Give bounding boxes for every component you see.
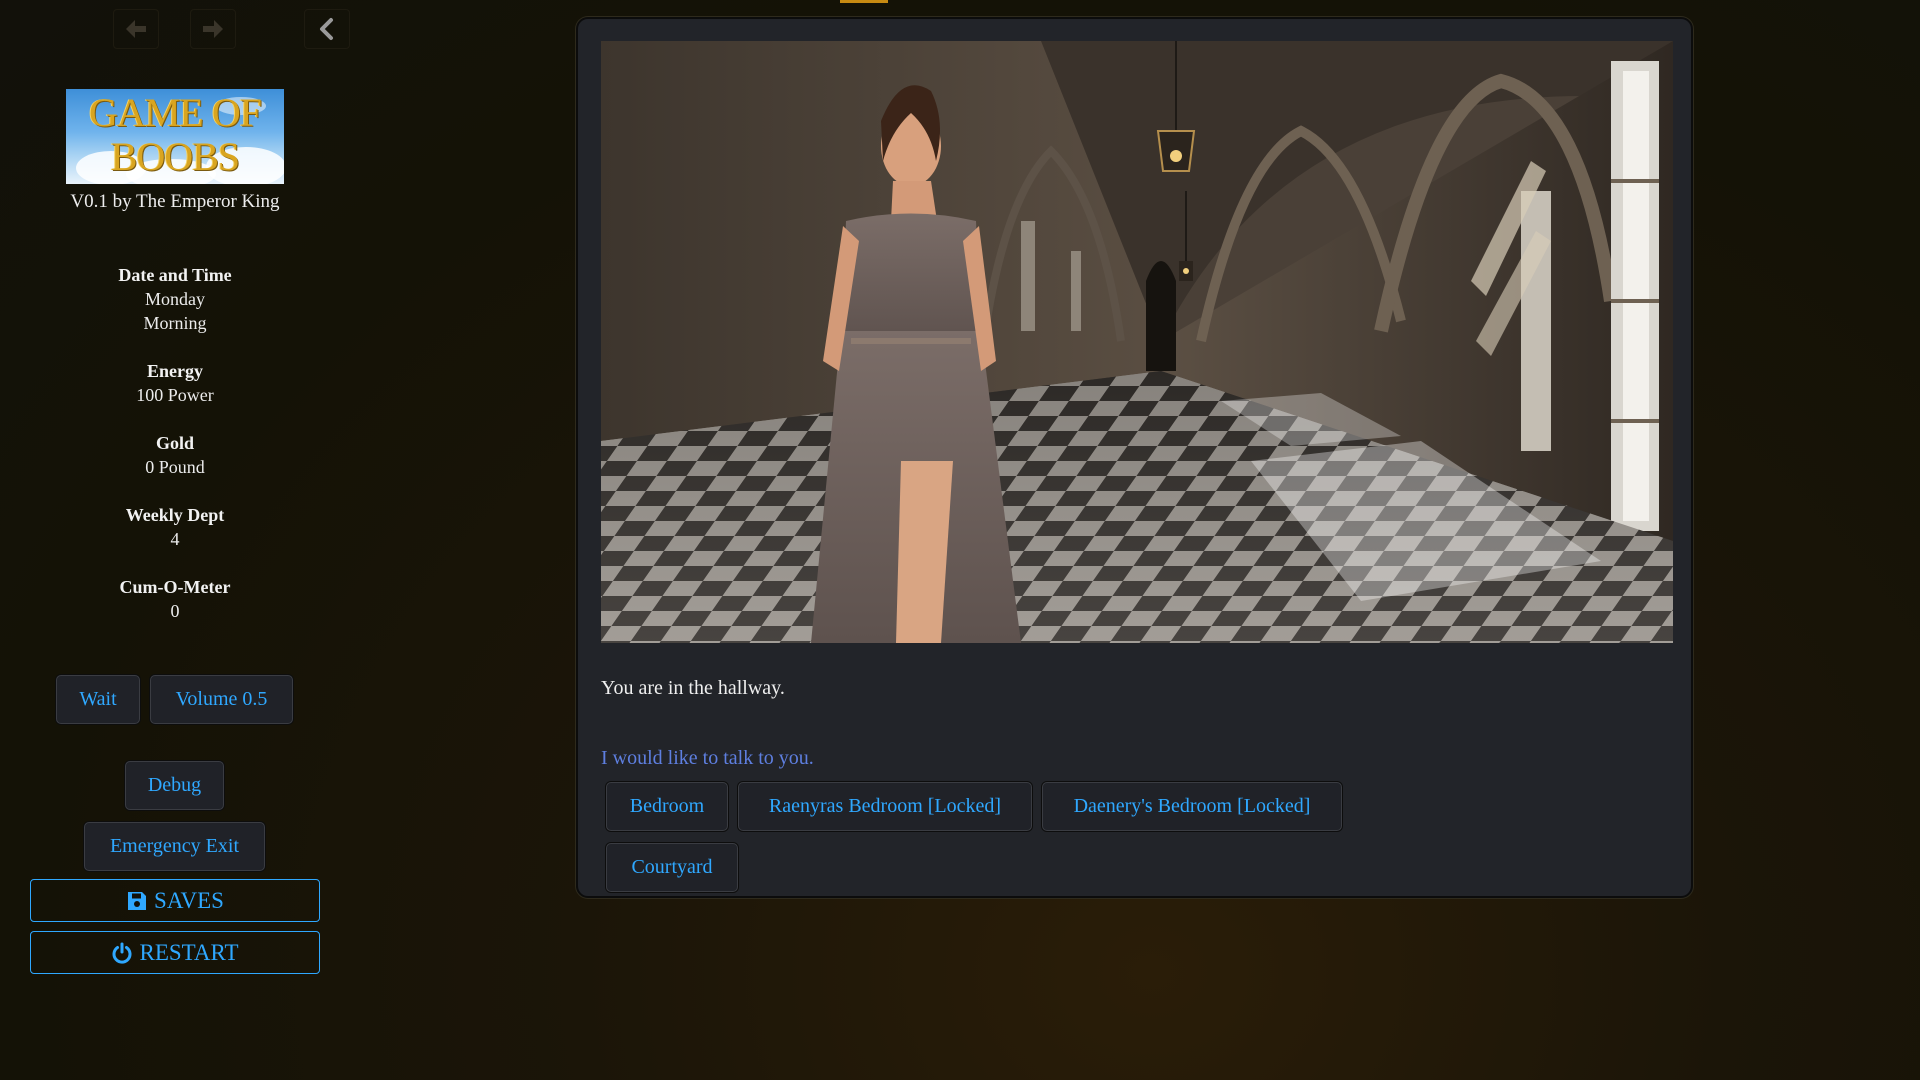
choice-courtyard-button[interactable]: Courtyard xyxy=(606,843,738,892)
arrow-right-icon xyxy=(203,20,223,38)
choice-bedroom-button[interactable]: Bedroom xyxy=(606,782,728,831)
stat-value: 0 xyxy=(170,601,180,621)
back-button[interactable] xyxy=(113,9,159,49)
top-accent-bar xyxy=(840,0,888,3)
stat-value: Monday xyxy=(145,289,205,309)
stat-label: Energy xyxy=(147,361,203,381)
passage-panel: You are in the hallway. I would like to … xyxy=(576,17,1693,898)
stat-cum-o-meter: Cum-O-Meter 0 xyxy=(0,575,350,623)
arrow-left-icon xyxy=(126,20,146,38)
game-logo: GAME OF BOOBS xyxy=(66,89,284,184)
stat-value: 0 Pound xyxy=(145,457,205,477)
sidebar: GAME OF BOOBS V0.1 by The Emperor King D… xyxy=(0,0,350,1080)
version-credit: V0.1 by The Emperor King xyxy=(70,191,280,212)
stat-gold: Gold 0 Pound xyxy=(0,431,350,479)
restart-button[interactable]: RESTART xyxy=(30,931,320,974)
saves-button[interactable]: SAVES xyxy=(30,879,320,922)
volume-button[interactable]: Volume 0.5 xyxy=(150,675,293,724)
stat-energy: Energy 100 Power xyxy=(0,359,350,407)
stat-weekly-dept: Weekly Dept 4 xyxy=(0,503,350,551)
stats-panel: Date and Time Monday Morning Energy 100 … xyxy=(0,263,350,647)
stat-label: Cum-O-Meter xyxy=(119,577,231,597)
stat-date-time: Date and Time Monday Morning xyxy=(0,263,350,335)
floppy-disk-icon xyxy=(128,891,147,910)
saves-label: SAVES xyxy=(154,887,224,913)
restart-label: RESTART xyxy=(139,939,239,965)
stat-value: 4 xyxy=(170,529,180,549)
logo-title: GAME OF BOOBS xyxy=(89,90,262,179)
power-icon xyxy=(113,942,132,964)
scene-image xyxy=(601,41,1673,643)
stat-value: Morning xyxy=(143,313,207,333)
debug-button[interactable]: Debug xyxy=(125,761,224,810)
stat-label: Weekly Dept xyxy=(125,505,225,525)
stat-label: Gold xyxy=(155,433,194,453)
passage-text: You are in the hallway. xyxy=(601,677,785,699)
stat-value: 100 Power xyxy=(136,385,214,405)
emergency-exit-button[interactable]: Emergency Exit xyxy=(84,822,265,871)
talk-link[interactable]: I would like to talk to you. xyxy=(601,747,814,770)
choice-daenerys-bedroom-button[interactable]: Daenery's Bedroom [Locked] xyxy=(1042,782,1342,831)
stat-label: Date and Time xyxy=(118,265,232,285)
hallway-illustration xyxy=(601,41,1673,643)
wait-button[interactable]: Wait xyxy=(56,675,140,724)
collapse-sidebar-button[interactable] xyxy=(304,9,350,49)
choice-raenyras-bedroom-button[interactable]: Raenyras Bedroom [Locked] xyxy=(738,782,1032,831)
forward-button[interactable] xyxy=(190,9,236,49)
chevron-left-icon xyxy=(320,18,333,40)
